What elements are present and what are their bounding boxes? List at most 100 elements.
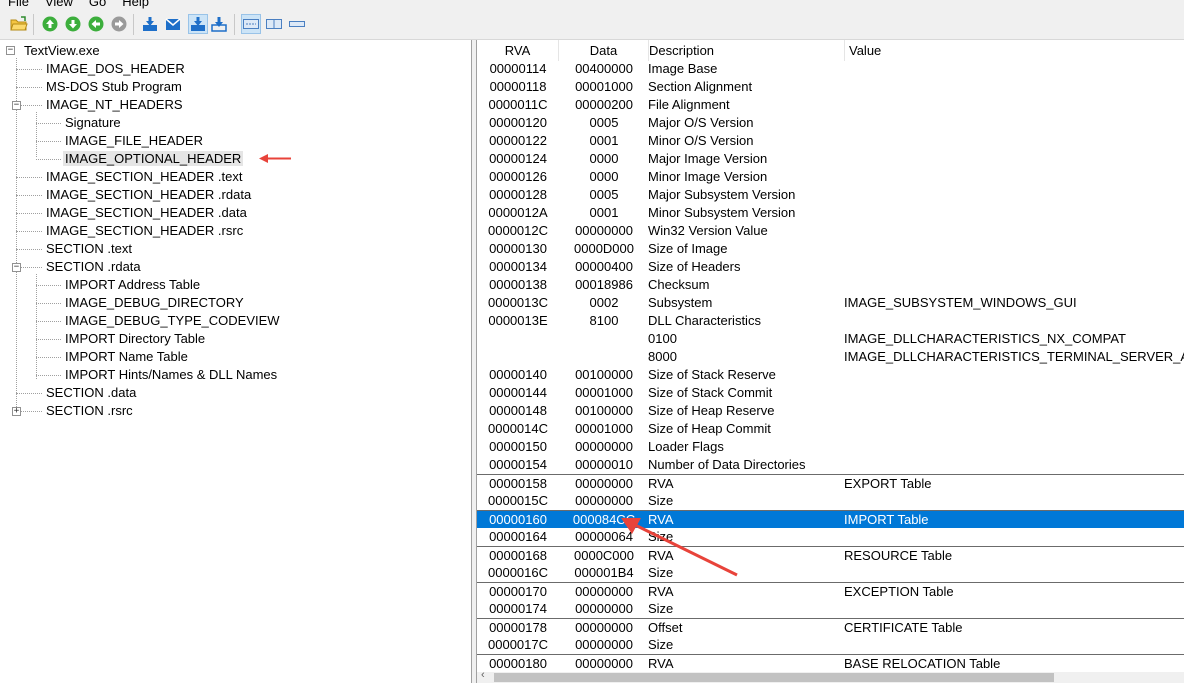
- table-row[interactable]: 00000148 00100000 Size of Heap Reserve: [477, 402, 1184, 420]
- table-row[interactable]: 0000013E 8100 DLL Characteristics: [477, 312, 1184, 330]
- details-list[interactable]: RVA Data Description Value 00000114 00400…: [476, 40, 1184, 683]
- go-up-button[interactable]: [40, 14, 60, 34]
- table-row[interactable]: 0000016C 000001B4 Size: [477, 564, 1184, 582]
- table-row[interactable]: 00000124 0000 Major Image Version: [477, 150, 1184, 168]
- table-row[interactable]: 00000174 00000000 Size: [477, 600, 1184, 618]
- table-row[interactable]: 00000150 00000000 Loader Flags: [477, 438, 1184, 456]
- table-row[interactable]: 00000130 0000D000 Size of Image: [477, 240, 1184, 258]
- tree-root[interactable]: − TextView.exe: [6, 42, 102, 60]
- tree-node-label: IMPORT Name Table: [65, 349, 188, 364]
- collapse-icon[interactable]: −: [12, 101, 21, 110]
- tree-node[interactable]: SECTION .data: [44, 384, 138, 402]
- tree-connector: [36, 375, 61, 376]
- tree-node[interactable]: IMPORT Directory Table: [63, 330, 207, 348]
- view-list-icon: [243, 19, 259, 29]
- table-row[interactable]: 00000120 0005 Major O/S Version: [477, 114, 1184, 132]
- menu-file[interactable]: File: [0, 0, 37, 10]
- tree-node[interactable]: IMAGE_NT_HEADERS: [44, 96, 185, 114]
- cell-description: Major Image Version: [648, 151, 768, 166]
- download-selected-button[interactable]: [188, 14, 208, 34]
- table-row[interactable]: 00000138 00018986 Checksum: [477, 276, 1184, 294]
- tree-connector: [16, 213, 42, 214]
- table-row[interactable]: 00000180 00000000 RVA BASE RELOCATION Table: [477, 654, 1184, 672]
- go-down-button[interactable]: [63, 14, 83, 34]
- tree-node[interactable]: IMAGE_FILE_HEADER: [63, 132, 205, 150]
- tree-node[interactable]: IMAGE_SECTION_HEADER .text: [44, 168, 245, 186]
- table-row[interactable]: 0000014C 00001000 Size of Heap Commit: [477, 420, 1184, 438]
- tree-node[interactable]: IMAGE_SECTION_HEADER .rsrc: [44, 222, 245, 240]
- table-row[interactable]: 00000122 0001 Minor O/S Version: [477, 132, 1184, 150]
- tree-node[interactable]: IMAGE_DOS_HEADER: [44, 60, 187, 78]
- table-row[interactable]: 00000144 00001000 Size of Stack Commit: [477, 384, 1184, 402]
- collapse-icon[interactable]: −: [6, 46, 15, 55]
- tree-node[interactable]: IMPORT Address Table: [63, 276, 202, 294]
- tree-node[interactable]: Signature: [63, 114, 123, 132]
- tree-node[interactable]: IMAGE_OPTIONAL_HEADER: [63, 150, 244, 168]
- collapse-icon[interactable]: −: [12, 263, 21, 272]
- column-header-value[interactable]: Value: [845, 40, 1184, 61]
- column-header-description[interactable]: Description: [649, 40, 845, 61]
- table-row[interactable]: 0000011C 00000200 File Alignment: [477, 96, 1184, 114]
- table-row[interactable]: 00000114 00400000 Image Base: [477, 60, 1184, 78]
- tree-node[interactable]: IMAGE_SECTION_HEADER .rdata: [44, 186, 253, 204]
- tree-node-label: SECTION .rsrc: [46, 403, 133, 418]
- table-row[interactable]: 0100 IMAGE_DLLCHARACTERISTICS_NX_COMPAT: [477, 330, 1184, 348]
- scroll-left-icon[interactable]: ‹: [481, 669, 485, 681]
- menu-go[interactable]: Go: [81, 0, 114, 10]
- menu-view[interactable]: View: [37, 0, 81, 10]
- download-all-button[interactable]: [209, 14, 229, 34]
- tree-node[interactable]: IMAGE_SECTION_HEADER .data: [44, 204, 249, 222]
- tree-node[interactable]: IMPORT Name Table: [63, 348, 190, 366]
- horizontal-scrollbar[interactable]: ‹: [477, 669, 1184, 683]
- view-mode-1-button[interactable]: [241, 14, 261, 34]
- tree-node[interactable]: SECTION .rdata: [44, 258, 143, 276]
- table-row[interactable]: 0000017C 00000000 Size: [477, 636, 1184, 654]
- column-header-data[interactable]: Data: [559, 40, 649, 61]
- open-folder-icon: [10, 16, 28, 31]
- open-file-button[interactable]: [9, 14, 29, 34]
- structure-tree[interactable]: − TextView.exe IMAGE_DOS_HEADER MS-DOS St…: [0, 40, 472, 683]
- go-back-button[interactable]: [86, 14, 106, 34]
- scrollbar-thumb[interactable]: [494, 673, 1054, 682]
- table-row[interactable]: 8000 IMAGE_DLLCHARACTERISTICS_TERMINAL_SE…: [477, 348, 1184, 366]
- menu-bar: File View Go Help: [0, 0, 1184, 10]
- tree-node[interactable]: IMAGE_DEBUG_TYPE_CODEVIEW: [63, 312, 282, 330]
- table-row[interactable]: 00000134 00000400 Size of Headers: [477, 258, 1184, 276]
- tree-node[interactable]: MS-DOS Stub Program: [44, 78, 184, 96]
- cell-rva: 00000114: [489, 61, 547, 76]
- view-mode-2-button[interactable]: [264, 14, 284, 34]
- table-row[interactable]: 00000170 00000000 RVA EXCEPTION Table: [477, 582, 1184, 600]
- tree-node-label: SECTION .text: [46, 241, 132, 256]
- column-header-rva[interactable]: RVA: [477, 40, 559, 61]
- cell-rva: 00000160: [489, 512, 547, 527]
- table-row[interactable]: 00000178 00000000 Offset CERTIFICATE Table: [477, 618, 1184, 636]
- cell-description: Win32 Version Value: [648, 223, 768, 238]
- table-row[interactable]: 00000160 000084CC RVA IMPORT Table: [477, 510, 1184, 528]
- table-row[interactable]: 0000015C 00000000 Size: [477, 492, 1184, 510]
- table-row[interactable]: 00000128 0005 Major Subsystem Version: [477, 186, 1184, 204]
- tree-node-label: IMAGE_SECTION_HEADER .rdata: [46, 187, 252, 202]
- tree-node[interactable]: IMPORT Hints/Names & DLL Names: [63, 366, 279, 384]
- table-row[interactable]: 0000012A 0001 Minor Subsystem Version: [477, 204, 1184, 222]
- table-row[interactable]: 00000140 00100000 Size of Stack Reserve: [477, 366, 1184, 384]
- table-row[interactable]: 00000154 00000010 Number of Data Directori…: [477, 456, 1184, 474]
- menu-help[interactable]: Help: [114, 0, 157, 10]
- expand-icon[interactable]: +: [12, 407, 21, 416]
- table-row[interactable]: 00000158 00000000 RVA EXPORT Table: [477, 474, 1184, 492]
- table-row[interactable]: 0000013C 0002 Subsystem IMAGE_SUBSYSTEM_WIN…: [477, 294, 1184, 312]
- cell-description: Size: [648, 493, 674, 508]
- table-row[interactable]: 0000012C 00000000 Win32 Version Value: [477, 222, 1184, 240]
- table-row[interactable]: 00000168 0000C000 RVA RESOURCE Table: [477, 546, 1184, 564]
- table-row[interactable]: 00000164 00000064 Size: [477, 528, 1184, 546]
- go-forward-button[interactable]: [109, 14, 129, 34]
- tree-node[interactable]: SECTION .text: [44, 240, 134, 258]
- tree-node[interactable]: IMAGE_DEBUG_DIRECTORY: [63, 294, 246, 312]
- save-button[interactable]: [140, 14, 160, 34]
- table-row[interactable]: 00000126 0000 Minor Image Version: [477, 168, 1184, 186]
- tree-connector: [16, 58, 17, 415]
- view-mode-3-button[interactable]: [287, 14, 307, 34]
- table-row[interactable]: 00000118 00001000 Section Alignment: [477, 78, 1184, 96]
- mail-button[interactable]: [163, 14, 183, 34]
- tree-node[interactable]: SECTION .rsrc: [44, 402, 135, 420]
- cell-data: 00000000: [575, 493, 633, 508]
